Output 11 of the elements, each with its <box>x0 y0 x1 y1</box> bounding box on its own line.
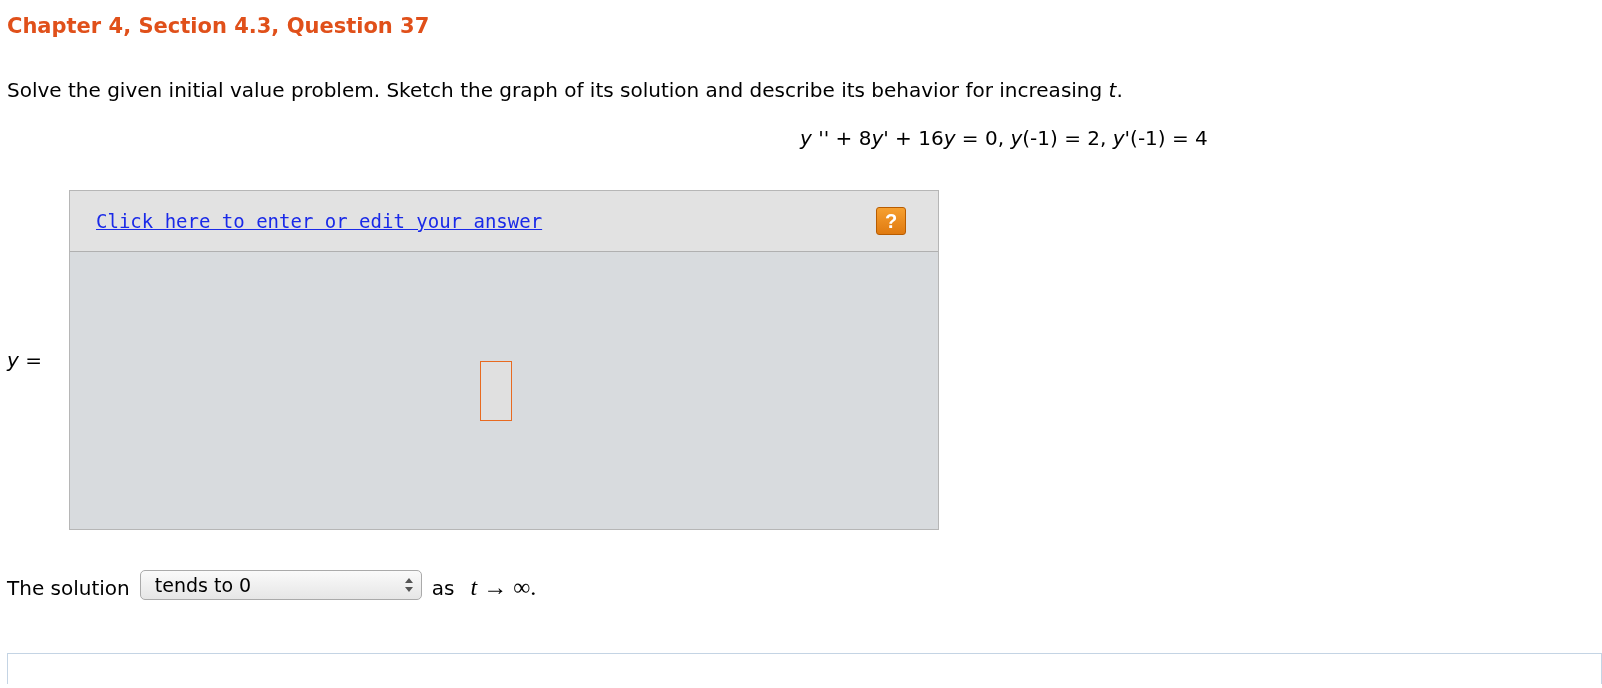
behavior-dropdown[interactable]: tends to 0 <box>139 569 422 600</box>
equation: y '' + 8y' + 16y = 0, y(-1) = 2, y'(-1) = 4 <box>800 126 1208 150</box>
answer-input-field[interactable] <box>480 360 512 421</box>
edit-answer-link[interactable]: Click here to enter or edit your answer <box>96 210 543 232</box>
updown-icon <box>404 577 413 592</box>
solution-label: The solution <box>7 575 130 600</box>
answer-label: y = <box>7 348 43 372</box>
limit-expression: t → ∞. <box>470 574 537 601</box>
question-title: Chapter 4, Section 4.3, Question 37 <box>7 14 430 38</box>
problem-text: Solve the given initial value problem. Sketch the graph of its solution and describe its behavior for increasing t. <box>7 78 1123 102</box>
as-label: as <box>431 575 455 600</box>
